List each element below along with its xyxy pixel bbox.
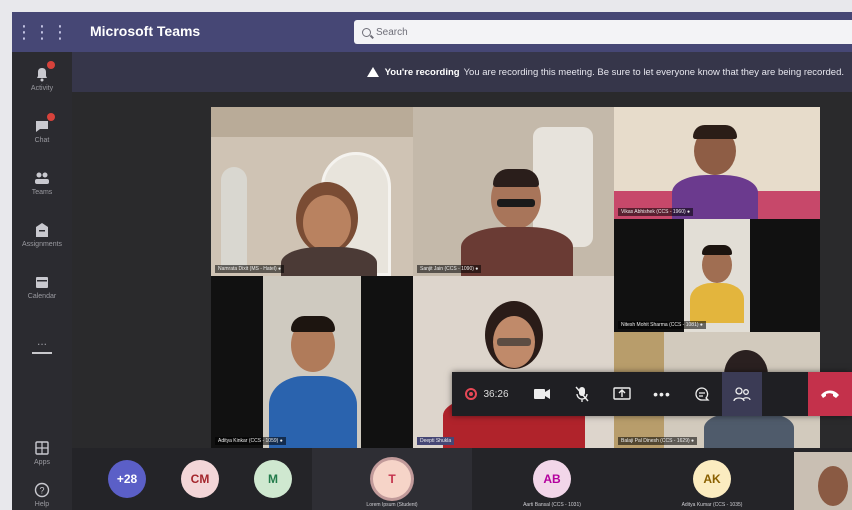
avatar: +28 <box>108 460 146 498</box>
share-button[interactable] <box>602 372 642 416</box>
video-tile[interactable]: Namrata Dixit (MS - Hatel) ● <box>211 107 413 276</box>
chat-button[interactable] <box>682 372 722 416</box>
recording-message: You are recording this meeting. Be sure … <box>463 66 844 78</box>
video-tile[interactable]: Nitesh Mohit Sharma (CCS - 1081) ● <box>614 219 820 332</box>
avatar: AB <box>533 460 571 498</box>
participant-name: Namrata Dixit (MS - Hatel) ● <box>215 265 285 273</box>
apps-icon <box>34 440 50 456</box>
record-icon <box>465 388 478 400</box>
rail-label: Calendar <box>27 293 57 300</box>
participants-icon <box>733 387 751 402</box>
rail-label: Help <box>34 501 50 508</box>
rail-help[interactable]: ? Help <box>12 472 72 510</box>
rail-calendar[interactable]: Calendar <box>12 264 72 310</box>
participant-name: Deepti Shukla <box>417 437 455 445</box>
avatar: CM <box>181 460 219 498</box>
participant-name: Vikas Abhishek (CCS - 1960) ● <box>618 208 694 216</box>
rail-apps[interactable]: Apps <box>12 430 72 476</box>
app-launcher-icon[interactable]: ⋮⋮⋮ <box>12 12 72 52</box>
participant-name: Balaji Pal Dinesh (CCS - 1629) ● <box>618 437 698 445</box>
notification-badge <box>47 61 55 69</box>
rail-label: Teams <box>31 189 53 196</box>
self-view-video[interactable] <box>794 452 852 510</box>
video-tile[interactable]: Sanjit Jain (CCS - 1090) ● <box>413 107 614 276</box>
avatar: T <box>373 460 411 498</box>
more-icon: ••• <box>653 386 671 402</box>
avatar: AK <box>693 460 731 498</box>
participant-name: Nitesh Mohit Sharma (CCS - 1081) ● <box>618 321 706 329</box>
teams-icon <box>34 170 50 186</box>
participant-tile[interactable]: CM <box>165 448 235 510</box>
participant-name: Sanjit Jain (CCS - 1090) ● <box>417 265 482 273</box>
assignments-icon <box>34 222 50 238</box>
rail-label: Assignments <box>21 241 63 248</box>
participant-name: Aditya Kinkar (CCS - 1059) ● <box>215 437 286 445</box>
rail-label: Chat <box>34 137 50 144</box>
more-actions-button[interactable]: ••• <box>642 372 682 416</box>
video-tile[interactable]: Vikas Abhishek (CCS - 1960) ● <box>614 107 820 219</box>
recording-banner: You're recording You are recording this … <box>72 52 852 92</box>
rail-more[interactable]: ... <box>12 316 72 362</box>
overflow-participants[interactable]: +28 <box>92 448 162 510</box>
recording-timer: 36:26 <box>452 388 522 400</box>
calendar-icon <box>34 274 50 290</box>
mic-button[interactable] <box>562 372 602 416</box>
camera-button[interactable] <box>522 372 562 416</box>
camera-icon <box>534 389 550 399</box>
more-icon: ... <box>36 333 47 348</box>
video-tile[interactable]: Aditya Kinkar (CCS - 1059) ● <box>211 276 413 448</box>
svg-text:?: ? <box>39 486 44 496</box>
teams-window: ⋮⋮⋮ Activity Chat Teams Assignments Cale… <box>12 12 852 510</box>
search-input[interactable]: Search <box>354 20 852 44</box>
chat-icon <box>34 113 55 134</box>
call-duration: 36:26 <box>483 388 509 400</box>
participant-tile[interactable]: AK Aditya Kumar (CCS - 1035) <box>632 448 792 510</box>
rail-activity[interactable]: Activity <box>12 56 72 102</box>
rail-label: Apps <box>34 459 50 466</box>
video-tile[interactable]: Deepti Shukla <box>413 276 614 448</box>
call-controls: 36:26 ••• <box>452 372 852 416</box>
rail-teams[interactable]: Teams <box>12 160 72 206</box>
app-bar: ⋮⋮⋮ Activity Chat Teams Assignments Cale… <box>12 12 72 510</box>
participant-name: Lorem Ipsum (Student) <box>366 502 418 508</box>
participant-strip: +28 CM M T Lorem Ipsum (Student) AB Aart… <box>72 448 852 510</box>
participant-tile[interactable]: AB Aarti Bansal (CCS - 1031) <box>472 448 632 510</box>
hang-up-button[interactable] <box>808 372 852 416</box>
help-icon: ? <box>34 482 50 498</box>
bell-icon <box>34 61 55 82</box>
title-bar: Microsoft Teams Search <box>72 12 852 52</box>
chat-icon <box>695 387 710 401</box>
search-icon <box>362 27 371 37</box>
participant-name: Aditya Kumar (CCS - 1035) <box>681 502 743 508</box>
participant-tile[interactable]: M <box>238 448 308 510</box>
warning-icon <box>366 67 379 77</box>
search-placeholder: Search <box>376 26 408 38</box>
app-title: Microsoft Teams <box>90 23 201 39</box>
rail-chat[interactable]: Chat <box>12 108 72 154</box>
recording-title: You're recording <box>384 66 460 78</box>
avatar: M <box>254 460 292 498</box>
notification-badge <box>47 113 55 121</box>
share-screen-icon <box>613 387 631 400</box>
participant-tile[interactable]: T Lorem Ipsum (Student) <box>312 448 472 510</box>
mic-off-icon <box>575 386 589 402</box>
rail-assignments[interactable]: Assignments <box>12 212 72 258</box>
hang-up-icon <box>821 390 839 398</box>
participants-button[interactable] <box>722 372 762 416</box>
rail-label: Activity <box>30 85 54 92</box>
rail-divider <box>32 352 52 354</box>
participant-name: Aarti Bansal (CCS - 1031) <box>523 502 581 508</box>
